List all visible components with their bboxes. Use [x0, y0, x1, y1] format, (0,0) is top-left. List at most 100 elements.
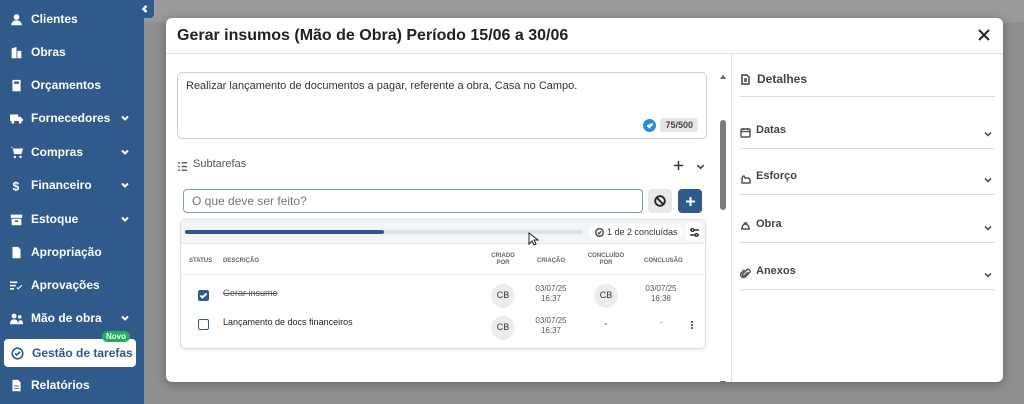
subtasks-label: Subtarefas [193, 158, 247, 170]
column-header-completed-by: CONCLUÍDO POR [587, 253, 625, 266]
sidebar-item-label: Gestão de tarefas [32, 346, 133, 360]
dollar-icon: $ [9, 178, 23, 192]
details-section-datas[interactable]: Datas [740, 117, 995, 149]
chevron-down-icon [120, 112, 130, 122]
details-section-obra[interactable]: Obra [740, 211, 995, 243]
add-subtask-button[interactable] [678, 189, 702, 213]
sidebar-item-label: Relatórios [31, 378, 90, 392]
check-circle-icon [10, 346, 24, 360]
completion-date-empty: - [660, 317, 663, 327]
completed-by-empty: - [604, 319, 608, 330]
sidebar-item-label: Mão de obra [31, 311, 102, 325]
sidebar-item-fornecedores[interactable]: Fornecedores [0, 104, 144, 132]
description-textarea[interactable]: Realizar lançamento de documentos a paga… [177, 72, 707, 139]
sidebar-item-obras[interactable]: Obras [0, 38, 144, 66]
sidebar-item-label: Obras [31, 45, 66, 59]
sidebar-item-label: Aprovações [31, 278, 100, 292]
description-text: Realizar lançamento de documentos a paga… [186, 80, 578, 92]
column-header-status: STATUS [189, 258, 213, 264]
building-icon [9, 45, 23, 59]
calculator-icon [9, 78, 23, 92]
scroll-up-icon[interactable] [719, 68, 727, 79]
calendar-icon [740, 125, 751, 138]
task-main-pane: Realizar lançamento de documentos a paga… [166, 54, 732, 382]
sidebar-item-relatorios[interactable]: Relatórios [0, 371, 144, 399]
truck-icon [9, 111, 23, 125]
char-counter: 75/500 [643, 118, 698, 132]
add-subtask-icon[interactable] [673, 158, 685, 171]
progress-bar [185, 230, 583, 234]
sliders-icon [689, 227, 699, 237]
checklist-icon [177, 159, 189, 171]
document-icon [9, 245, 23, 259]
mouse-cursor-icon [528, 231, 540, 246]
helmet-icon [740, 219, 751, 230]
table-row[interactable]: Lançamento de docs financeiros CB 03/07/… [181, 312, 705, 346]
subtask-description: Gerar insumo [223, 288, 278, 298]
sidebar-item-gestao-de-tarefas[interactable]: Novo Gestão de tarefas [4, 331, 136, 367]
created-date: 03/07/25 16:37 [535, 316, 567, 335]
sidebar-item-mao-de-obra[interactable]: Mão de obra [0, 304, 144, 332]
chevron-down-icon [983, 267, 993, 278]
column-header-completion: CONCLUSÃO [644, 258, 683, 264]
chevron-down-icon[interactable] [695, 159, 707, 171]
details-section-esforco[interactable]: Esforço [740, 163, 995, 195]
scroll-down-icon[interactable] [719, 374, 727, 382]
sidebar: Clientes Obras Orçamentos Fornecedores C… [0, 0, 144, 404]
subtask-checkbox[interactable] [198, 319, 209, 330]
chevron-down-icon [983, 126, 993, 137]
column-header-description: DESCRIÇÃO [223, 258, 260, 264]
cancel-subtask-button[interactable] [648, 189, 672, 213]
approval-icon [9, 278, 23, 292]
chevron-down-icon [120, 179, 130, 189]
modal-header: Gerar insumos (Mão de Obra) Período 15/0… [166, 18, 1003, 54]
plus-icon [685, 196, 695, 206]
paperclip-icon [739, 266, 751, 279]
collapse-sidebar-button[interactable] [136, 0, 154, 18]
task-modal: Gerar insumos (Mão de Obra) Período 15/0… [166, 18, 1003, 382]
sidebar-item-aprovacoes[interactable]: Aprovações [0, 271, 144, 299]
report-icon [9, 378, 23, 392]
sidebar-item-label: Clientes [31, 12, 78, 26]
progress-summary: 1 de 2 concluídas [589, 224, 684, 240]
completion-date: 03/07/25 16:38 [645, 284, 677, 303]
sidebar-item-clientes[interactable]: Clientes [0, 5, 144, 33]
close-button[interactable] [977, 28, 993, 44]
subtasks-table: 1 de 2 concluídas STATUS DESCRIÇÃO CRIAD… [180, 219, 706, 349]
check-circle-icon [595, 227, 604, 237]
sidebar-item-apropriacao[interactable]: Apropriação [0, 238, 144, 266]
block-icon [654, 195, 666, 207]
avatar: CB [492, 316, 514, 338]
avatar: CB [595, 284, 617, 306]
subtask-description: Lançamento de docs financeiros [223, 317, 353, 327]
scroll-thumb[interactable] [720, 120, 726, 210]
cart-icon [9, 145, 23, 159]
close-icon [978, 29, 990, 41]
effort-icon [740, 171, 751, 184]
chevron-down-icon [120, 213, 130, 223]
details-section-anexos[interactable]: Anexos [739, 258, 995, 290]
user-icon [9, 12, 23, 26]
new-subtask-input[interactable] [183, 189, 643, 213]
document-icon [741, 73, 750, 85]
table-row[interactable]: Gerar insumo CB 03/07/25 16:37 CB 03/07/2… [181, 278, 705, 312]
sidebar-item-compras[interactable]: Compras [0, 138, 144, 166]
check-icon [643, 118, 657, 132]
sidebar-item-orcamentos[interactable]: Orçamentos [0, 71, 144, 99]
chevron-left-icon [141, 5, 148, 13]
scrollbar[interactable] [719, 68, 727, 382]
column-header-created-by: CRIADO POR [491, 253, 515, 266]
sidebar-item-label: Orçamentos [31, 78, 102, 92]
chevron-down-icon [983, 220, 993, 231]
details-pane: Detalhes Datas Esforço Obra Anexos [732, 54, 1003, 382]
created-date: 03/07/25 16:37 [535, 284, 567, 303]
chevron-down-icon [983, 172, 993, 183]
filter-button[interactable] [685, 223, 703, 241]
chevron-down-icon [120, 312, 130, 322]
sidebar-item-estoque[interactable]: Estoque [0, 205, 144, 233]
subtask-checkbox[interactable] [198, 290, 209, 301]
sidebar-item-financeiro[interactable]: $ Financeiro [0, 171, 144, 199]
more-options-icon[interactable] [689, 320, 695, 332]
box-icon [9, 212, 23, 226]
modal-title: Gerar insumos (Mão de Obra) Período 15/0… [177, 27, 569, 44]
